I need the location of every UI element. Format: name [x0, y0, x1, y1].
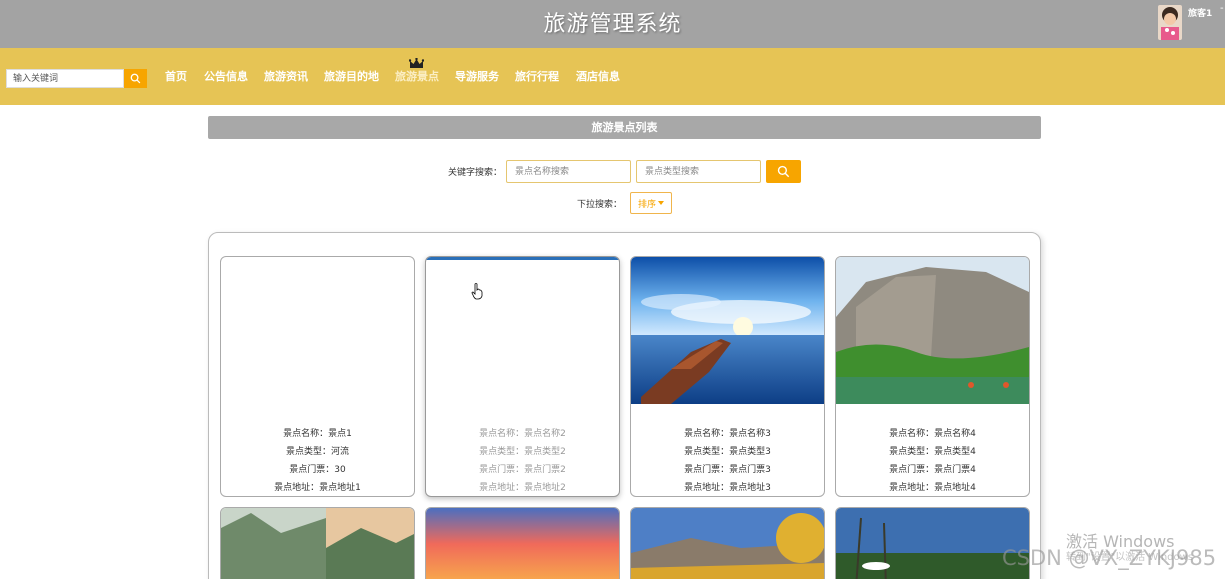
card-details: 景点名称：景点名称4 景点类型：景点类型4 景点门票：景点门票4 景点地址：景点… [836, 425, 1029, 496]
search-icon [130, 73, 141, 84]
user-avatar[interactable] [1158, 5, 1182, 40]
attraction-image [426, 508, 619, 579]
attraction-type-search-input[interactable] [636, 160, 761, 183]
attraction-type: 景点类型：河流 [285, 447, 349, 457]
card-details: 景点名称：景点名称3 景点类型：景点类型3 景点门票：景点门票3 景点地址：景点… [631, 425, 824, 496]
search-icon [777, 165, 790, 178]
attraction-ticket: 景点门票：景点门票3 [684, 465, 771, 475]
attraction-image [631, 508, 824, 579]
attraction-card[interactable] [630, 507, 825, 579]
nav-item-hotels[interactable]: 酒店信息 [576, 68, 620, 84]
attraction-name: 景点名称：景点名称4 [889, 429, 976, 439]
keyword-search-label: 关键字搜索： [448, 168, 503, 178]
attraction-name: 景点名称：景点1 [283, 429, 352, 439]
section-title: 旅游景点列表 [208, 116, 1041, 139]
search-button[interactable] [766, 160, 801, 183]
nav-item-destinations[interactable]: 旅游目的地 [324, 68, 379, 84]
nav-item-itineraries[interactable]: 旅行行程 [515, 68, 559, 84]
attraction-card[interactable] [425, 507, 620, 579]
attraction-address: 景点地址：景点地址4 [889, 483, 976, 493]
attraction-name-search-input[interactable] [506, 160, 631, 183]
user-menu-separator: - [1220, 3, 1224, 14]
attraction-card[interactable]: 景点名称：景点1 景点类型：河流 景点门票：30 景点地址：景点地址1 [220, 256, 415, 497]
attraction-image [221, 508, 414, 579]
attraction-card[interactable]: 景点名称：景点名称3 景点类型：景点类型3 景点门票：景点门票3 景点地址：景点… [630, 256, 825, 497]
attraction-card[interactable]: 景点名称：景点名称4 景点类型：景点类型4 景点门票：景点门票4 景点地址：景点… [835, 256, 1030, 497]
attraction-ticket: 景点门票：景点门票4 [889, 465, 976, 475]
nav-item-news[interactable]: 旅游资讯 [264, 68, 308, 84]
attraction-type: 景点类型：景点类型2 [479, 447, 566, 457]
attraction-address: 景点地址：景点地址1 [274, 483, 361, 493]
attraction-type: 景点类型：景点类型3 [684, 447, 771, 457]
main-nav-bar: 首页 公告信息 旅游资讯 旅游目的地 旅游景点 导游服务 旅行行程 酒店信息 [0, 48, 1225, 105]
attraction-name: 景点名称：景点名称2 [479, 429, 566, 439]
attraction-image [836, 508, 1029, 579]
attraction-image [836, 257, 1029, 404]
attraction-image [631, 257, 824, 404]
sort-label: 排序 [637, 198, 656, 209]
attraction-address: 景点地址：景点地址2 [479, 483, 566, 493]
dropdown-search-label: 下拉搜索： [577, 200, 623, 210]
attraction-list-panel: 景点名称：景点1 景点类型：河流 景点门票：30 景点地址：景点地址1 景点名称… [208, 232, 1041, 579]
nav-search-button[interactable] [124, 69, 147, 88]
hand-cursor-icon [471, 283, 483, 300]
nav-item-notices[interactable]: 公告信息 [204, 68, 248, 84]
attraction-card[interactable] [835, 507, 1030, 579]
nav-search-input[interactable] [6, 69, 124, 88]
nav-item-guide-service[interactable]: 导游服务 [455, 68, 499, 84]
site-title: 旅游管理系统 [543, 12, 682, 37]
attraction-ticket: 景点门票：30 [289, 465, 346, 475]
attraction-card[interactable]: 景点名称：景点名称2 景点类型：景点类型2 景点门票：景点门票2 景点地址：景点… [425, 256, 620, 497]
top-header-bar: 旅游管理系统 旅客1 - [0, 0, 1225, 48]
sort-dropdown-button[interactable]: 排序 [630, 192, 672, 214]
attraction-ticket: 景点门票：景点门票2 [479, 465, 566, 475]
attraction-address: 景点地址：景点地址3 [684, 483, 771, 493]
nav-item-attractions[interactable]: 旅游景点 [395, 68, 439, 84]
card-details: 景点名称：景点名称2 景点类型：景点类型2 景点门票：景点门票2 景点地址：景点… [426, 425, 619, 496]
attraction-type: 景点类型：景点类型4 [889, 447, 976, 457]
nav-item-home[interactable]: 首页 [165, 68, 187, 84]
username[interactable]: 旅客1 [1188, 6, 1212, 19]
caret-down-icon [658, 201, 664, 205]
attraction-card[interactable] [220, 507, 415, 579]
attraction-name: 景点名称：景点名称3 [684, 429, 771, 439]
card-details: 景点名称：景点1 景点类型：河流 景点门票：30 景点地址：景点地址1 [221, 425, 414, 496]
csdn-watermark: CSDN @VX_ZYKJ985 [1002, 546, 1217, 570]
